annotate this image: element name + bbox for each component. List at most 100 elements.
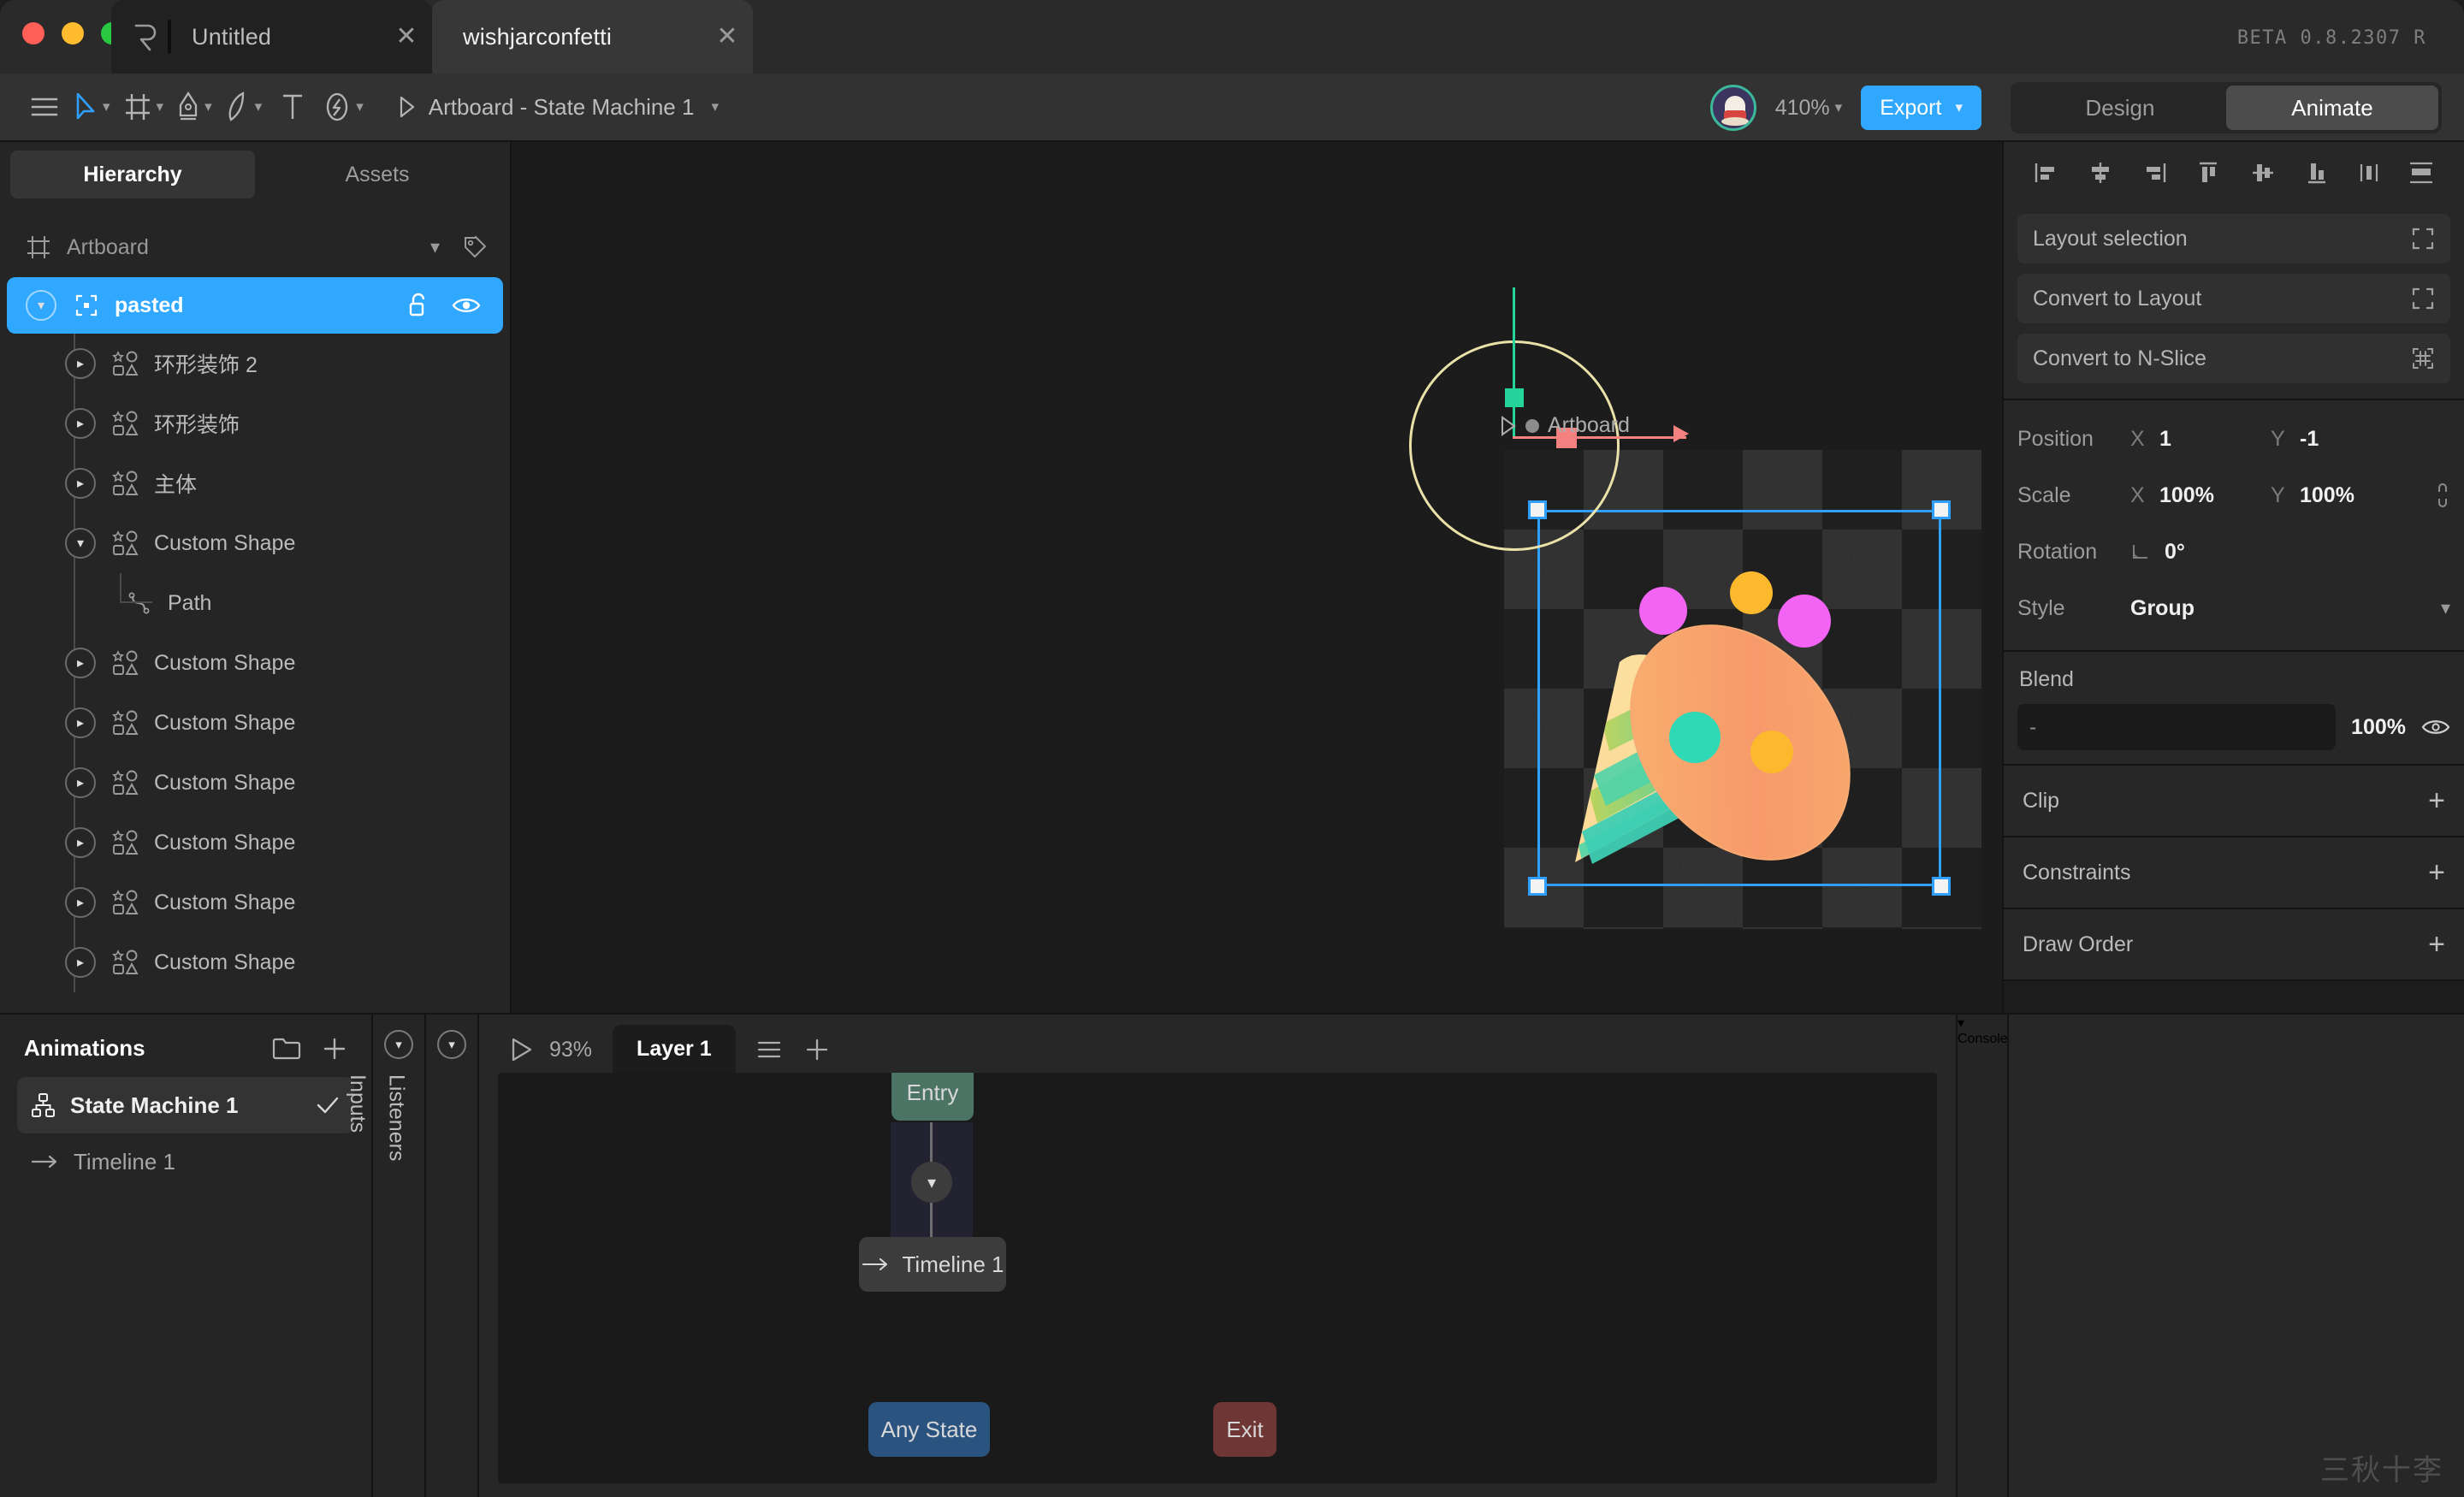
listeners-side-tab[interactable]: ▾ Listeners — [384, 1015, 479, 1497]
hierarchy-row-custom-shape[interactable]: ▸ Custom Shape — [0, 753, 510, 813]
chevron-down-icon[interactable]: ▾ — [430, 236, 440, 258]
tab-animate[interactable]: Animate — [2226, 86, 2438, 130]
check-icon[interactable] — [315, 1094, 341, 1116]
chevron-right-icon[interactable]: ▸ — [65, 827, 96, 858]
animation-item-timeline-1[interactable]: Timeline 1 — [17, 1133, 354, 1190]
chevron-right-icon[interactable]: ▸ — [65, 348, 96, 379]
link-scale-icon[interactable] — [2435, 482, 2450, 509]
animation-item-state-machine-1[interactable]: State Machine 1 — [17, 1077, 354, 1133]
layout-selection-button[interactable]: Layout selection — [2017, 214, 2450, 263]
align-top-icon[interactable] — [2195, 161, 2221, 185]
artboard-tool[interactable]: ▾ — [119, 83, 169, 131]
chevron-down-icon[interactable]: ▾ — [1955, 99, 1963, 116]
state-node-any-state[interactable]: Any State — [868, 1402, 990, 1457]
chevron-right-icon[interactable]: ▸ — [65, 887, 96, 918]
distribute-h-icon[interactable] — [2358, 161, 2380, 185]
document-tab-untitled[interactable]: Untitled ✕ — [111, 0, 432, 74]
artboard-breadcrumb[interactable]: Artboard - State Machine 1 ▾ — [398, 94, 719, 121]
avatar[interactable] — [1709, 85, 1756, 131]
minimize-window-button[interactable] — [62, 22, 84, 44]
plus-icon[interactable]: + — [2428, 930, 2445, 959]
hierarchy-row-custom-shape[interactable]: ▸ Custom Shape — [0, 873, 510, 932]
graph-canvas[interactable]: ▾ Entry Timeline 1 Any State Exit — [498, 1073, 1937, 1483]
hierarchy-row-ring-decoration-2[interactable]: ▸ 环形装饰 2 — [0, 334, 510, 393]
chevron-down-icon[interactable]: ▾ — [1835, 99, 1843, 116]
state-node-timeline-1[interactable]: Timeline 1 — [859, 1237, 1006, 1292]
zoom-control[interactable]: 410% ▾ — [1775, 96, 1843, 121]
align-bottom-icon[interactable] — [2304, 161, 2330, 185]
tab-layer-1[interactable]: Layer 1 — [613, 1025, 736, 1073]
chevron-right-icon[interactable]: ▸ — [65, 648, 96, 678]
select-tool[interactable]: ▾ — [70, 83, 116, 131]
selection-handle-bl[interactable] — [1528, 877, 1547, 896]
clip-section-header[interactable]: Clip + — [2004, 766, 2464, 837]
hierarchy-row-ring-decoration[interactable]: ▸ 环形装饰 — [0, 393, 510, 453]
selection-handle-br[interactable] — [1932, 877, 1951, 896]
list-icon[interactable] — [756, 1039, 782, 1060]
selection-handle-tr[interactable] — [1932, 500, 1951, 519]
playback-controls[interactable]: 93% — [498, 1037, 613, 1073]
convert-to-layout-button[interactable]: Convert to Layout — [2017, 274, 2450, 323]
align-center-v-icon[interactable] — [2250, 161, 2276, 185]
chevron-down-icon[interactable]: ▾ — [26, 290, 56, 321]
chevron-down-icon[interactable]: ▾ — [384, 1030, 413, 1059]
hierarchy-row-custom-shape[interactable]: ▸ Custom Shape — [0, 813, 510, 873]
position-y-field[interactable]: Y -1 — [2271, 427, 2411, 452]
state-node-exit[interactable]: Exit — [1213, 1402, 1276, 1457]
style-value[interactable]: Group — [2130, 596, 2194, 621]
visibility-icon[interactable] — [2421, 717, 2450, 737]
y-axis-knob[interactable] — [1505, 388, 1524, 407]
chevron-down-icon[interactable]: ▾ — [356, 98, 364, 115]
chevron-down-icon[interactable]: ▾ — [1958, 1015, 2007, 1032]
rotation-field[interactable]: 0° — [2130, 540, 2271, 565]
align-right-icon[interactable] — [2141, 161, 2167, 185]
draw-order-section-header[interactable]: Draw Order + — [2004, 909, 2464, 981]
hierarchy-row-custom-shape-expanded[interactable]: ▾ Custom Shape — [0, 513, 510, 573]
hierarchy-row-artboard[interactable]: Artboard ▾ — [0, 217, 510, 277]
unlock-icon[interactable] — [407, 293, 429, 318]
hierarchy-row-pasted[interactable]: ▾ pasted — [7, 277, 503, 334]
chevron-right-icon[interactable]: ▸ — [65, 468, 96, 499]
shape-tool[interactable]: ▾ — [221, 83, 268, 131]
chevron-down-icon[interactable]: ▾ — [255, 98, 263, 115]
chevron-down-icon[interactable]: ▾ — [157, 98, 164, 115]
constraints-section-header[interactable]: Constraints + — [2004, 837, 2464, 909]
tab-hierarchy[interactable]: Hierarchy — [10, 151, 255, 198]
convert-to-n-slice-button[interactable]: Convert to N-Slice — [2017, 334, 2450, 383]
chevron-down-icon[interactable]: ▾ — [65, 528, 96, 559]
close-icon[interactable]: ✕ — [381, 24, 432, 50]
export-button[interactable]: Export ▾ — [1861, 86, 1981, 130]
chevron-right-icon[interactable]: ▸ — [65, 707, 96, 738]
align-center-h-icon[interactable] — [2088, 161, 2113, 185]
align-left-icon[interactable] — [2034, 161, 2059, 185]
chevron-down-icon[interactable]: ▾ — [711, 98, 719, 115]
tab-assets[interactable]: Assets — [255, 151, 500, 198]
close-window-button[interactable] — [22, 22, 44, 44]
chevron-right-icon[interactable]: ▸ — [65, 408, 96, 439]
menu-icon[interactable] — [22, 83, 67, 131]
visibility-icon[interactable] — [452, 295, 481, 316]
hierarchy-row-custom-shape[interactable]: ▸ Custom Shape — [0, 932, 510, 992]
folder-icon[interactable] — [272, 1036, 301, 1062]
distribute-v-icon[interactable] — [2408, 161, 2434, 185]
scale-x-field[interactable]: X 100% — [2130, 483, 2271, 508]
chevron-right-icon[interactable]: ▸ — [65, 767, 96, 798]
bone-tool[interactable]: ▾ — [318, 83, 369, 131]
close-icon[interactable]: ✕ — [702, 24, 753, 50]
blend-mode-select[interactable]: - — [2017, 704, 2337, 750]
artboard-canvas-label[interactable]: Artboard — [1500, 413, 1630, 438]
text-tool[interactable] — [270, 83, 315, 131]
tag-icon[interactable] — [462, 234, 488, 260]
hierarchy-row-custom-shape[interactable]: ▸ Custom Shape — [0, 633, 510, 693]
plus-icon[interactable] — [322, 1036, 347, 1062]
console-side-tab[interactable]: ▾ Console — [1956, 1015, 2009, 1497]
state-node-entry[interactable]: Entry — [891, 1073, 974, 1121]
plus-icon[interactable] — [804, 1037, 830, 1062]
pen-tool[interactable]: ▾ — [172, 83, 217, 131]
plus-icon[interactable]: + — [2428, 786, 2445, 815]
plus-icon[interactable]: + — [2428, 858, 2445, 887]
hierarchy-row-path[interactable]: Path — [0, 573, 510, 633]
chevron-down-icon[interactable]: ▾ — [2441, 597, 2450, 619]
hierarchy-row-custom-shape[interactable]: ▸ Custom Shape — [0, 693, 510, 753]
selection-bounding-box[interactable] — [1537, 510, 1941, 886]
